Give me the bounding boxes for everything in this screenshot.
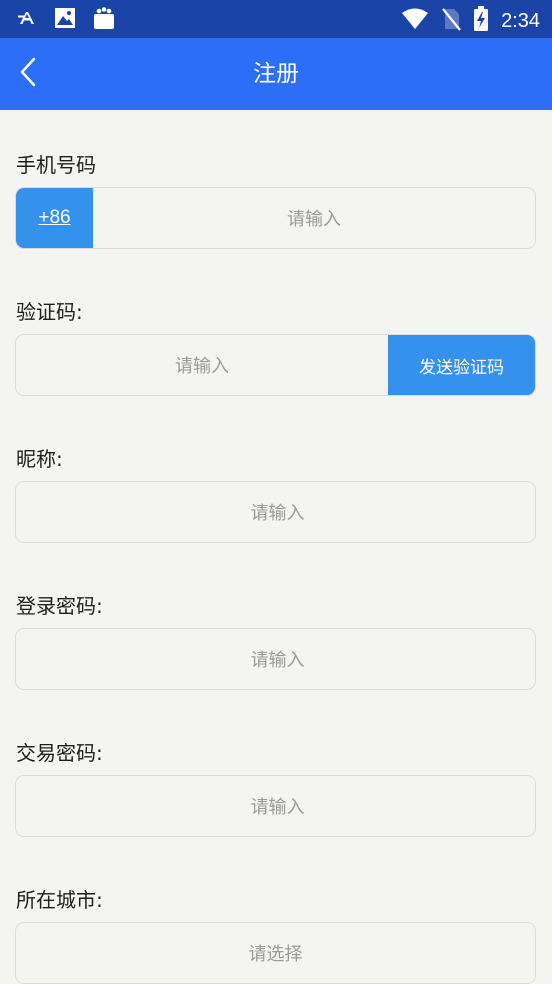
photo-icon — [54, 7, 76, 33]
login-password-input[interactable] — [16, 629, 535, 689]
trade-password-field — [15, 775, 536, 837]
login-password-field — [15, 628, 536, 690]
nickname-field — [15, 481, 536, 543]
city-select[interactable]: 请选择 — [15, 922, 536, 984]
status-right-icons: 2:34 — [401, 6, 540, 36]
page-title: 注册 — [253, 61, 299, 87]
city-select-placeholder: 请选择 — [248, 944, 303, 965]
app-bar: 注册 — [0, 38, 552, 110]
verify-code-input[interactable] — [16, 335, 388, 395]
send-code-button[interactable]: 发送验证码 — [388, 335, 535, 395]
nickname-label: 昵称: — [16, 447, 63, 471]
phone-field: +86 — [15, 187, 536, 249]
login-password-label: 登录密码: — [16, 594, 103, 618]
chevron-left-icon — [18, 56, 38, 92]
trade-password-input[interactable] — [16, 776, 535, 836]
back-button[interactable] — [8, 52, 48, 96]
verify-code-field: 发送验证码 — [15, 334, 536, 396]
status-left-icons — [18, 6, 116, 34]
font-a-icon — [18, 9, 38, 31]
battery-charging-icon — [473, 6, 489, 36]
phone-label: 手机号码 — [16, 153, 96, 177]
nickname-input[interactable] — [16, 482, 535, 542]
status-time: 2:34 — [501, 10, 540, 32]
no-sim-icon — [441, 7, 461, 35]
trade-password-label: 交易密码: — [16, 741, 103, 765]
shopping-bag-icon — [92, 6, 116, 34]
country-code-button[interactable]: +86 — [16, 188, 93, 248]
wifi-icon — [401, 8, 429, 34]
verify-code-label: 验证码: — [16, 300, 83, 324]
city-label: 所在城市: — [16, 888, 103, 912]
phone-input[interactable] — [93, 188, 535, 248]
status-bar: 2:34 — [0, 0, 552, 38]
